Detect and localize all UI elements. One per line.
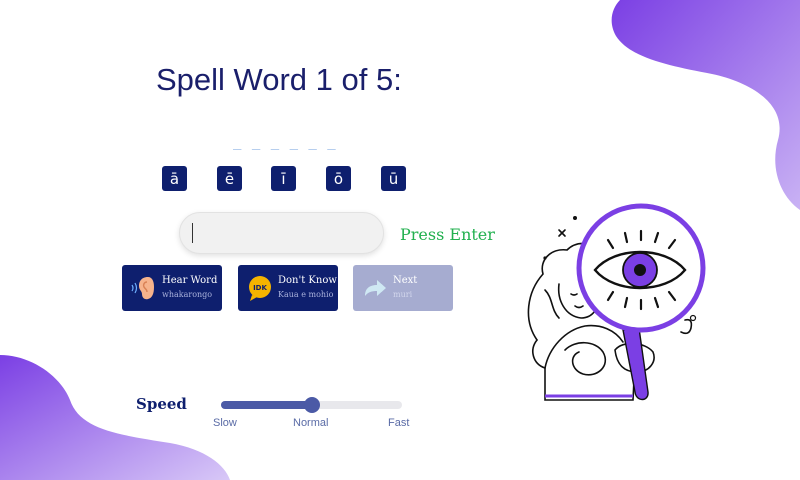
dont-know-button[interactable]: IDK Don't Know Kaua e mohio	[238, 265, 338, 311]
answer-input[interactable]	[179, 212, 384, 254]
magnifying-glass-eye-illustration	[527, 203, 706, 401]
arrow-forward-icon	[365, 280, 386, 296]
speed-tick-slow: Slow	[213, 417, 237, 429]
speed-slider-thumb[interactable]	[303, 397, 320, 413]
macron-o-button[interactable]: ō	[326, 166, 351, 191]
dont-know-label: Don't Know	[278, 275, 337, 286]
next-label: Next	[393, 275, 418, 286]
decorative-blob-bottom-left	[0, 355, 230, 480]
idk-icon-text: IDK	[253, 284, 267, 292]
next-sublabel: muri	[393, 290, 413, 299]
next-button[interactable]: Next muri	[353, 265, 453, 311]
hear-word-sublabel: whakarongo	[162, 290, 213, 299]
text-cursor	[192, 223, 193, 243]
decorative-blob-top-right	[611, 0, 800, 210]
page-title: Spell Word 1 of 5:	[156, 62, 402, 97]
idk-speech-bubble-icon: IDK	[249, 276, 271, 301]
ear-icon	[131, 277, 154, 300]
speed-label: Speed	[136, 395, 187, 413]
letter-slots: _ _ _ _ _ _	[233, 134, 337, 150]
speed-slider[interactable]	[221, 397, 402, 413]
speed-tick-fast: Fast	[388, 417, 410, 429]
speed-slider-fill	[221, 401, 312, 409]
macron-i-button[interactable]: ī	[271, 166, 296, 191]
speed-tick-normal: Normal	[293, 417, 329, 429]
macron-a-button[interactable]: ā	[162, 166, 187, 191]
macron-e-button[interactable]: ē	[217, 166, 242, 191]
hear-word-button[interactable]: Hear Word whakarongo	[122, 265, 222, 311]
press-enter-hint: Press Enter	[400, 225, 495, 244]
macron-u-button[interactable]: ū	[381, 166, 406, 191]
hear-word-label: Hear Word	[162, 275, 218, 286]
dont-know-sublabel: Kaua e mohio	[278, 290, 334, 299]
